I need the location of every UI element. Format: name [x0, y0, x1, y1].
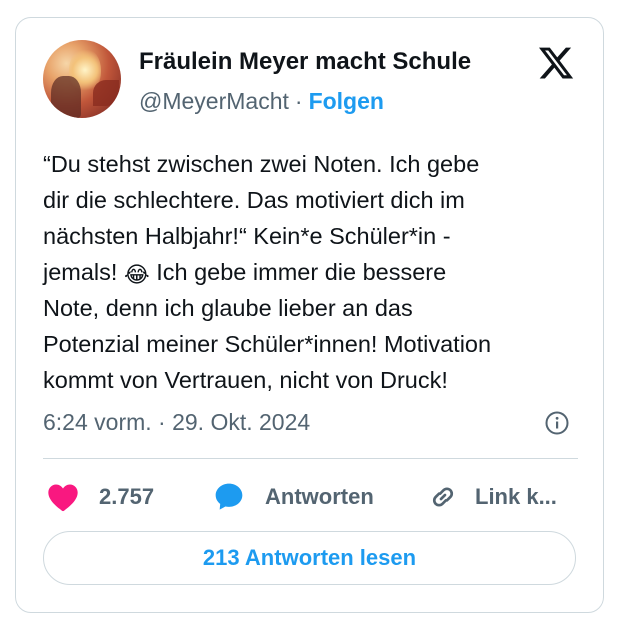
- like-count: 2.757: [99, 484, 155, 509]
- tweet-timestamp[interactable]: 6:24 vorm. · 29. Okt. 2024: [43, 409, 310, 436]
- link-icon: [432, 487, 454, 507]
- tweet-line: kommt von Vertrauen, nicht von Druck!: [43, 367, 448, 393]
- tweet-line: Potenzial meiner Schüler*innen! Motivati…: [43, 331, 492, 357]
- follow-button[interactable]: Folgen: [309, 88, 384, 114]
- tweet-card: Fräulein Meyer macht Schule @MeyerMacht ·…: [15, 17, 604, 613]
- x-logo-icon[interactable]: [536, 44, 576, 82]
- author-name[interactable]: Fräulein Meyer macht Schule: [139, 48, 471, 76]
- action-bar: 2.757 Antworten Link k...: [43, 480, 588, 514]
- tweet-line: jemals! 😂 Ich gebe immer die bessere: [43, 254, 588, 290]
- tweet-line-start: jemals!: [43, 259, 118, 285]
- divider: [43, 458, 578, 459]
- laughing-emoji-icon: 😂: [123, 262, 150, 287]
- info-icon[interactable]: [544, 410, 570, 436]
- tweet-line-end: Ich gebe immer die bessere: [156, 259, 447, 285]
- avatar-figure: [51, 76, 81, 118]
- avatar-leaf: [93, 80, 119, 106]
- like-button[interactable]: 2.757: [47, 480, 154, 514]
- link-label: Link k...: [475, 484, 557, 509]
- tweet-line: nächsten Halbjahr!“ Kein*e Schüler*in -: [43, 223, 451, 249]
- tweet-line: dir die schlechtere. Das motiviert dich …: [43, 187, 465, 213]
- heart-icon: [48, 484, 78, 512]
- copy-link-button[interactable]: Link k...: [427, 480, 557, 514]
- tweet-line: Note, denn ich glaube lieber an das: [43, 295, 413, 321]
- tweet-text: “Du stehst zwischen zwei Noten. Ich gebe…: [43, 146, 588, 398]
- author-handle[interactable]: @MeyerMacht: [139, 88, 289, 114]
- author-handle-row: @MeyerMacht · Folgen: [139, 88, 384, 115]
- read-replies-button[interactable]: 213 Antworten lesen: [43, 531, 576, 585]
- avatar[interactable]: [43, 40, 121, 118]
- speech-bubble-icon: [215, 483, 243, 510]
- tweet-line: “Du stehst zwischen zwei Noten. Ich gebe: [43, 151, 480, 177]
- reply-label: Antworten: [265, 484, 374, 509]
- reply-button[interactable]: Antworten: [213, 480, 374, 514]
- separator-dot: ·: [294, 88, 303, 114]
